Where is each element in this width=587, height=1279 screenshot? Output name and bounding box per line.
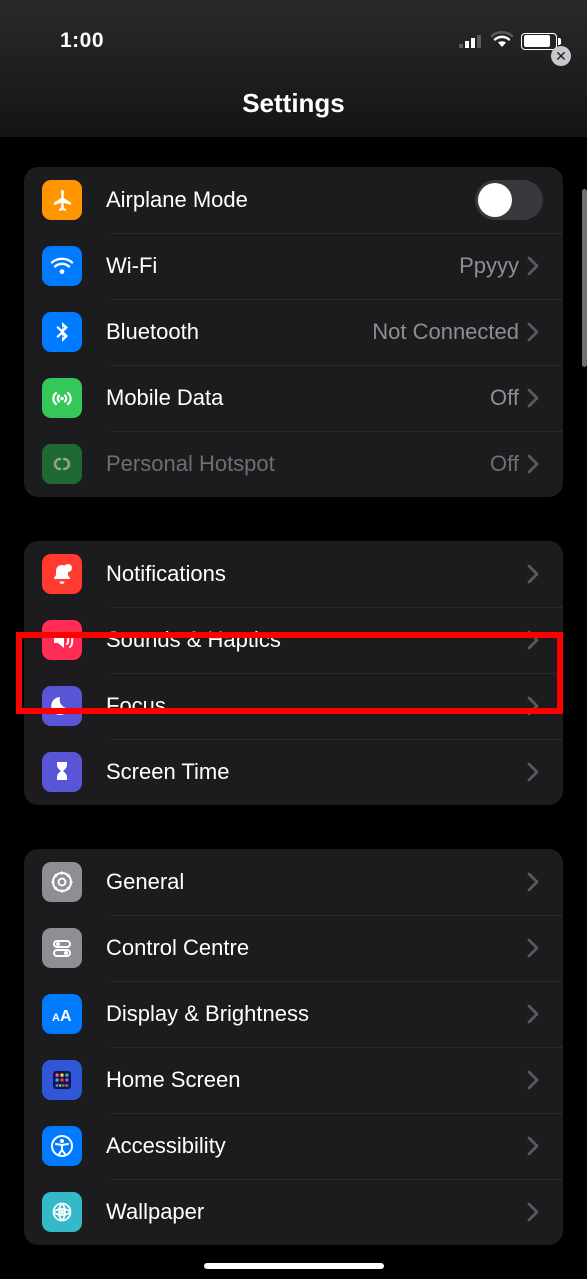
row-value: Ppyyy bbox=[459, 253, 519, 279]
wifi-icon bbox=[42, 246, 82, 286]
chevron-right-icon bbox=[527, 1202, 545, 1222]
battery-icon bbox=[521, 33, 557, 50]
page-title: Settings bbox=[0, 60, 587, 119]
settings-row-mobile[interactable]: Mobile DataOff bbox=[24, 365, 563, 431]
mobile-icon bbox=[42, 378, 82, 418]
display-icon: AA bbox=[42, 994, 82, 1034]
row-label: Accessibility bbox=[106, 1133, 527, 1159]
status-bar: 1:00 bbox=[0, 0, 587, 60]
row-label: Wallpaper bbox=[106, 1199, 527, 1225]
controlcentre-icon bbox=[42, 928, 82, 968]
chevron-right-icon bbox=[527, 388, 545, 408]
scroll-indicator bbox=[582, 189, 587, 367]
settings-row-general[interactable]: General bbox=[24, 849, 563, 915]
row-value: Not Connected bbox=[372, 319, 519, 345]
wifi-icon bbox=[491, 30, 513, 53]
hotspot-icon bbox=[42, 444, 82, 484]
screentime-icon bbox=[42, 752, 82, 792]
home-indicator[interactable] bbox=[204, 1263, 384, 1269]
row-label: Display & Brightness bbox=[106, 1001, 527, 1027]
chevron-right-icon bbox=[527, 1136, 545, 1156]
chevron-right-icon bbox=[527, 1070, 545, 1090]
highlight-box bbox=[16, 632, 563, 714]
chevron-right-icon bbox=[527, 256, 545, 276]
row-label: Personal Hotspot bbox=[106, 451, 490, 477]
row-label: Screen Time bbox=[106, 759, 527, 785]
row-label: General bbox=[106, 869, 527, 895]
row-value: Off bbox=[490, 385, 519, 411]
svg-text:A: A bbox=[60, 1008, 72, 1025]
row-label: Bluetooth bbox=[106, 319, 372, 345]
settings-row-controlcentre[interactable]: Control Centre bbox=[24, 915, 563, 981]
general-icon bbox=[42, 862, 82, 902]
notifications-icon bbox=[42, 554, 82, 594]
settings-row-notifications[interactable]: Notifications bbox=[24, 541, 563, 607]
settings-row-hotspot[interactable]: Personal HotspotOff bbox=[24, 431, 563, 497]
row-label: Mobile Data bbox=[106, 385, 490, 411]
settings-row-homescreen[interactable]: Home Screen bbox=[24, 1047, 563, 1113]
airplane-toggle[interactable] bbox=[475, 180, 543, 220]
row-label: Airplane Mode bbox=[106, 187, 475, 213]
status-indicators bbox=[459, 30, 557, 53]
settings-group: General Control Centre AA Display & Brightn… bbox=[24, 849, 563, 1245]
wallpaper-icon bbox=[42, 1192, 82, 1232]
settings-row-display[interactable]: AA Display & Brightness bbox=[24, 981, 563, 1047]
settings-row-airplane[interactable]: Airplane Mode bbox=[24, 167, 563, 233]
close-icon[interactable]: ✕ bbox=[551, 46, 571, 66]
chevron-right-icon bbox=[527, 762, 545, 782]
row-label: Wi-Fi bbox=[106, 253, 459, 279]
row-value: Off bbox=[490, 451, 519, 477]
cellular-icon bbox=[459, 34, 483, 48]
row-label: Control Centre bbox=[106, 935, 527, 961]
chevron-right-icon bbox=[527, 938, 545, 958]
svg-text:A: A bbox=[52, 1012, 60, 1024]
status-time: 1:00 bbox=[60, 29, 104, 53]
row-label: Home Screen bbox=[106, 1067, 527, 1093]
settings-row-wifi[interactable]: Wi-FiPpyyy bbox=[24, 233, 563, 299]
bluetooth-icon bbox=[42, 312, 82, 352]
settings-row-accessibility[interactable]: Accessibility bbox=[24, 1113, 563, 1179]
airplane-icon bbox=[42, 180, 82, 220]
settings-row-wallpaper[interactable]: Wallpaper bbox=[24, 1179, 563, 1245]
settings-group: Airplane ModeWi-FiPpyyyBluetoothNot Conn… bbox=[24, 167, 563, 497]
settings-row-bluetooth[interactable]: BluetoothNot Connected bbox=[24, 299, 563, 365]
chevron-right-icon bbox=[527, 872, 545, 892]
accessibility-icon bbox=[42, 1126, 82, 1166]
homescreen-icon bbox=[42, 1060, 82, 1100]
chevron-right-icon bbox=[527, 322, 545, 342]
chevron-right-icon bbox=[527, 454, 545, 474]
settings-row-screentime[interactable]: Screen Time bbox=[24, 739, 563, 805]
chevron-right-icon bbox=[527, 564, 545, 584]
chevron-right-icon bbox=[527, 1004, 545, 1024]
row-label: Notifications bbox=[106, 561, 527, 587]
